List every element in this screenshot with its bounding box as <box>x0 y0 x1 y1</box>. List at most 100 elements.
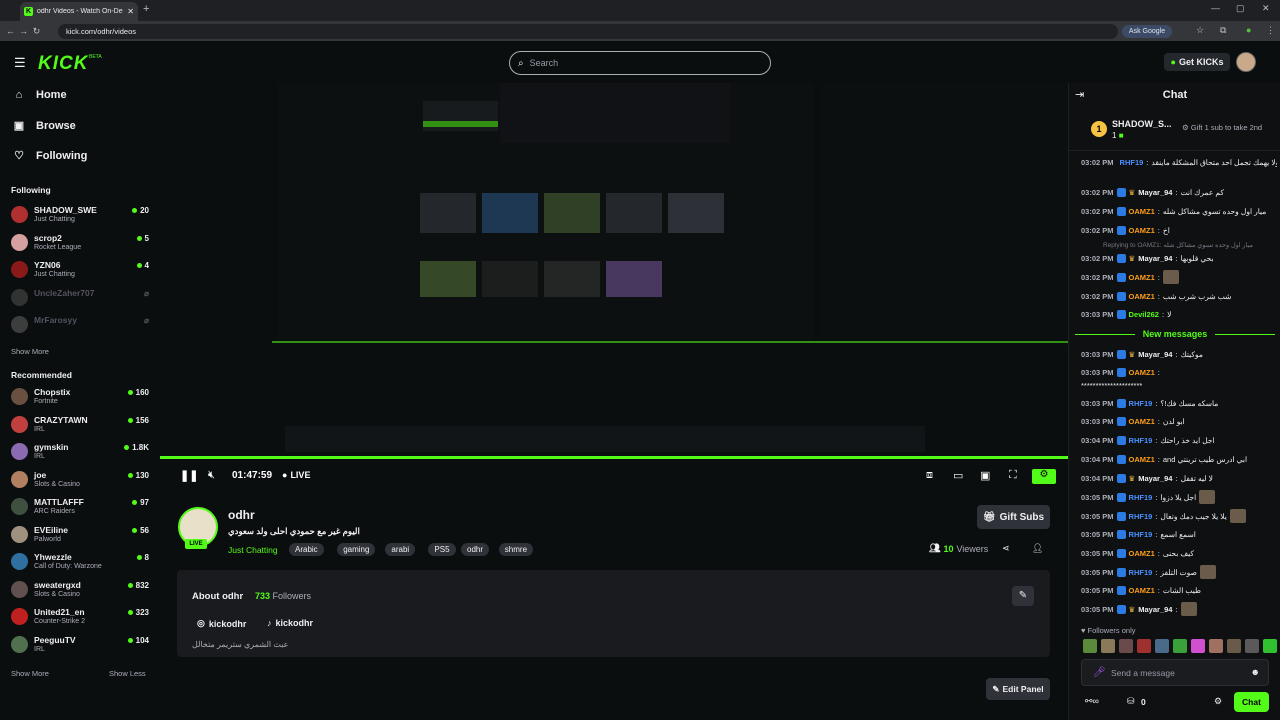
video-player[interactable]: ❚❚ 🔇︎ 01:47:59 ● LIVE ⧈ ▭ ▣ ⛶ ⚙ <box>160 83 1068 490</box>
forward-icon[interactable]: → <box>17 26 30 36</box>
show-more-following[interactable]: Show More <box>11 347 49 356</box>
gift-subs-button[interactable]: 🎁︎ Gift Subs <box>977 505 1050 529</box>
message-username[interactable]: OAMZ1 <box>1129 207 1155 216</box>
kick-logo[interactable]: KICK <box>38 53 88 75</box>
chat-message[interactable]: 03:05 PM RHF19: اجل يلا دزوا <box>1081 488 1277 506</box>
channel-name[interactable]: odhr <box>228 508 255 522</box>
tag-chip[interactable]: arabi <box>385 543 416 556</box>
message-username[interactable]: OAMZ1 <box>1129 273 1155 282</box>
follow-user-icon[interactable]: 👤︎ <box>1032 543 1043 554</box>
bookmark-star-icon[interactable]: ☆ <box>1196 25 1204 36</box>
close-window-icon[interactable]: ✕ <box>1262 3 1270 14</box>
chat-message[interactable]: 03:05 PM OAMZ1: كيف بحنى <box>1081 544 1277 562</box>
emote-icon[interactable] <box>1155 639 1169 653</box>
message-username[interactable]: RHF19 <box>1129 436 1153 445</box>
message-username[interactable]: Mayar_94 <box>1138 474 1172 483</box>
chat-message[interactable]: 03:02 PM ♛ Mayar_94: بحي قلوبها <box>1081 249 1277 267</box>
emote-icon[interactable] <box>1263 639 1277 653</box>
message-username[interactable]: RHF19 <box>1129 493 1153 502</box>
sidebar-channel[interactable]: Chopstix Fortnite 160 <box>11 385 151 409</box>
sidebar-channel[interactable]: Yhwezzle Call of Duty: Warzone 8 <box>11 550 151 574</box>
message-username[interactable]: OAMZ1 <box>1129 226 1155 235</box>
chat-settings-icon[interactable]: ⚙ <box>1214 696 1222 707</box>
points-icon[interactable]: ⛁ <box>1127 696 1135 707</box>
microphone-icon[interactable]: 🎤︎ <box>1093 667 1106 678</box>
clip-icon[interactable]: ⧈ <box>926 469 933 482</box>
message-username[interactable]: OAMZ1 <box>1129 549 1155 558</box>
sidebar-channel[interactable]: CRAZYTAWN IRL 156 <box>11 413 151 437</box>
emote-icon[interactable] <box>1119 639 1133 653</box>
tag-chip[interactable]: shmre <box>498 543 534 556</box>
nav-home[interactable]: ⌂ Home <box>12 89 67 101</box>
message-username[interactable]: Mayar_94 <box>1138 350 1172 359</box>
sidebar-channel[interactable]: sweatergxd Slots & Casino 832 <box>11 578 151 602</box>
pip-icon[interactable]: ▣ <box>980 469 990 482</box>
chat-message[interactable]: 03:05 PM RHF19: صوت التلفز <box>1081 563 1277 581</box>
close-tab-icon[interactable]: ✕ <box>127 7 134 16</box>
show-more-recommended[interactable]: Show More <box>11 669 49 678</box>
chat-message[interactable]: 03:02 PM OAMZ1: اخ <box>1081 221 1277 239</box>
extensions-icon[interactable]: ⧉ <box>1220 25 1226 36</box>
sidebar-channel[interactable]: joe Slots & Casino 130 <box>11 468 151 492</box>
tag-chip[interactable]: odhr <box>461 543 490 556</box>
chat-message[interactable]: 03:02 PM OAMZ1: ميار اول وحده تسوي مشاكل ش… <box>1081 202 1277 220</box>
menu-dots-icon[interactable]: ⋮ <box>1266 25 1275 36</box>
chat-message[interactable]: ********************* <box>1081 376 1277 394</box>
message-username[interactable]: Mayar_94 <box>1138 254 1172 263</box>
sidebar-channel[interactable]: scrop2 Rocket League 5 <box>11 231 151 255</box>
emote-icon[interactable] <box>1245 639 1259 653</box>
fullscreen-icon[interactable]: ⛶ <box>1009 469 1017 482</box>
profile-icon[interactable]: ● <box>1246 25 1251 35</box>
settings-gear-icon[interactable]: ⚙ <box>1032 469 1056 484</box>
chat-message[interactable]: 03:05 PM RHF19: اسمع اسمع <box>1081 525 1277 543</box>
instagram-link[interactable]: ◎ kickodhr <box>197 618 246 629</box>
message-username[interactable]: OAMZ1 <box>1129 292 1155 301</box>
message-username[interactable]: RHF19 <box>1129 512 1153 521</box>
chat-send-button[interactable]: Chat <box>1234 692 1269 712</box>
leaderboard-name[interactable]: SHADOW_S... <box>1112 119 1172 129</box>
tag-chip[interactable]: Arabic <box>289 543 324 556</box>
sidebar-channel[interactable]: UncleZaher707 ⌀ <box>11 286 151 310</box>
edit-pencil-icon[interactable]: ✎ <box>1012 586 1034 606</box>
chat-message[interactable]: 03:05 PM OAMZ1: طيب الشات <box>1081 581 1277 599</box>
maximize-icon[interactable]: ▢ <box>1236 3 1245 14</box>
new-tab-icon[interactable]: + <box>143 3 149 15</box>
message-username[interactable]: Mayar_94 <box>1138 605 1172 614</box>
chat-message[interactable]: 03:05 PM RHF19: يلا يلا جيب دمك وتعال <box>1081 507 1277 525</box>
edit-panel-button[interactable]: ✎ Edit Panel <box>986 678 1050 700</box>
sidebar-channel[interactable]: United21_en Counter-Strike 2 323 <box>11 605 151 629</box>
emote-icon[interactable] <box>1083 639 1097 653</box>
sidebar-channel[interactable]: MrFarosyy ⌀ <box>11 313 151 337</box>
gift-sub-prompt[interactable]: ⚙ Gift 1 sub to take 2nd <box>1182 123 1277 132</box>
emoji-picker-icon[interactable]: ☻ <box>1251 667 1260 677</box>
emote-icon[interactable] <box>1227 639 1241 653</box>
live-indicator[interactable]: ● LIVE <box>282 470 310 480</box>
chat-message[interactable]: 03:02 PM OAMZ1: <box>1081 268 1277 286</box>
message-username[interactable]: RHF19 <box>1129 530 1153 539</box>
mute-icon[interactable]: 🔇︎ <box>208 469 215 482</box>
kicks-icon[interactable]: ⚯∞ <box>1085 696 1099 707</box>
back-icon[interactable]: ← <box>4 26 17 36</box>
tag-chip[interactable]: PS5 <box>428 543 456 556</box>
theater-mode-icon[interactable]: ▭ <box>953 469 963 482</box>
ask-google-button[interactable]: Ask Google <box>1122 25 1172 38</box>
message-username[interactable]: RHF19 <box>1129 399 1153 408</box>
emote-icon[interactable] <box>1101 639 1115 653</box>
nav-browse[interactable]: ▣ Browse <box>12 119 76 133</box>
chat-message[interactable]: 03:05 PM ♛ Mayar_94: <box>1081 600 1277 618</box>
chat-message[interactable]: 03:03 PM ♛ Mayar_94: موكيتك <box>1081 345 1277 363</box>
chat-message[interactable]: 03:04 PM ♛ Mayar_94: لا ليه تقفل <box>1081 469 1277 487</box>
sidebar-channel[interactable]: PeeguuTV IRL 104 <box>11 633 151 657</box>
emote-icon[interactable] <box>1173 639 1187 653</box>
sidebar-channel[interactable]: YZN06 Just Chatting 4 <box>11 258 151 282</box>
message-username[interactable]: RHF19 <box>1129 568 1153 577</box>
sidebar-channel[interactable]: gymskin IRL 1.8K <box>11 440 151 464</box>
chat-message[interactable]: 03:04 PM OAMZ1: and ابي ادرس طيب ترينتي <box>1081 450 1277 468</box>
chat-message-input[interactable]: 🎤︎ Send a message ☻ <box>1081 659 1269 686</box>
show-less-recommended[interactable]: Show Less <box>109 669 146 678</box>
tiktok-link[interactable]: ♪ kickodhr <box>267 618 313 628</box>
browser-tab[interactable]: K odhr Videos - Watch On-Dema ✕ <box>20 2 138 21</box>
chat-message[interactable]: 03:03 PM RHF19: ماسكه مسك فك!؟ <box>1081 394 1277 412</box>
emote-icon[interactable] <box>1137 639 1151 653</box>
sidebar-channel[interactable]: SHADOW_SWE Just Chatting 20 <box>11 203 151 227</box>
